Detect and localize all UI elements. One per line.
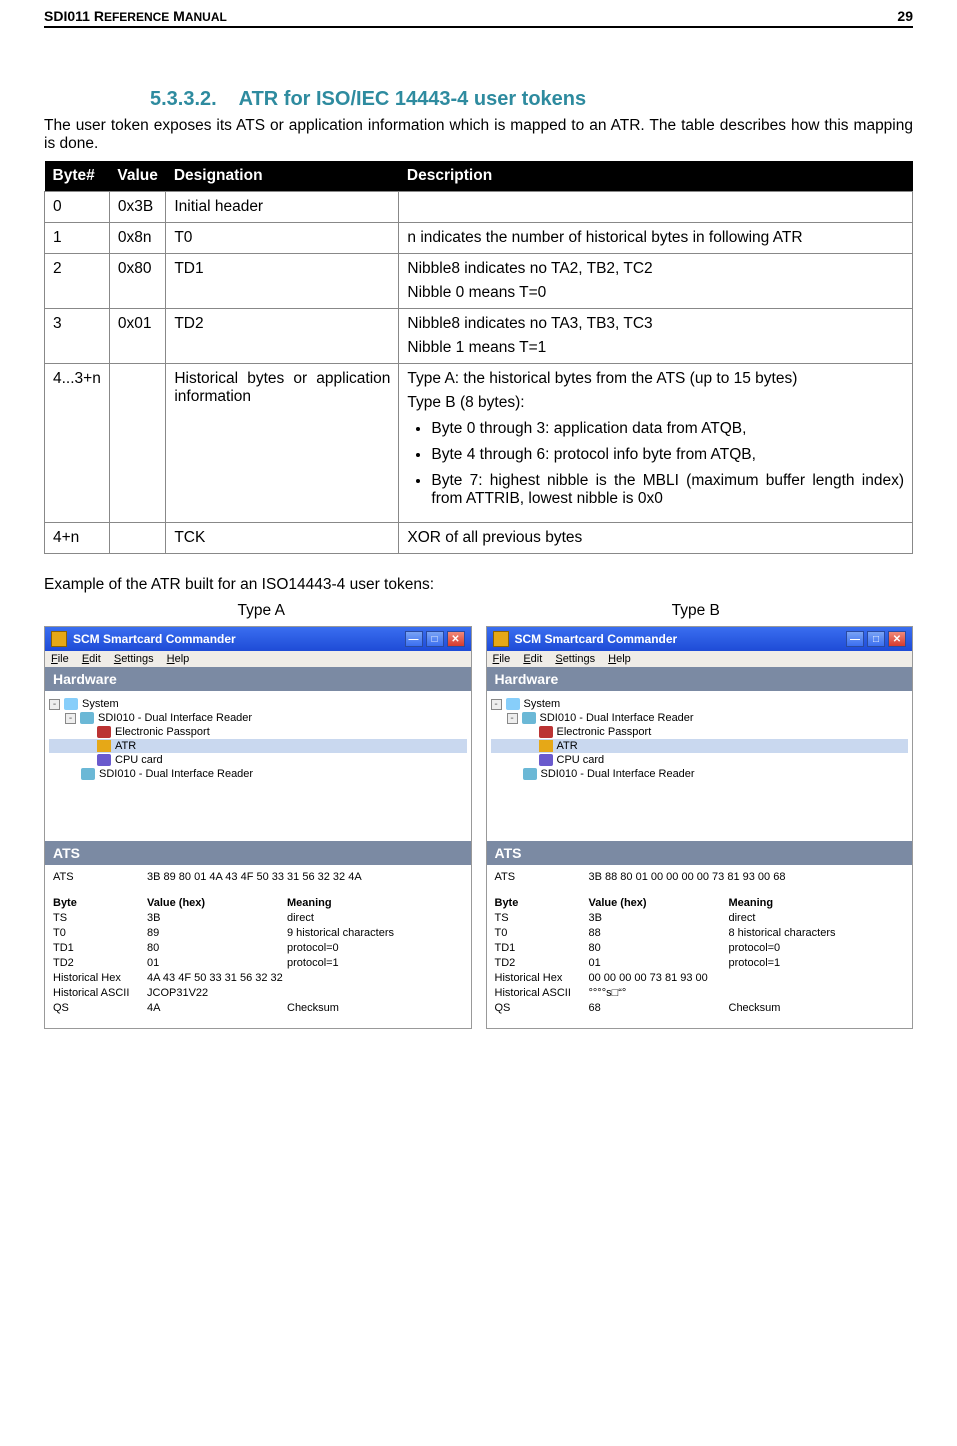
- cpu-icon: [539, 754, 553, 766]
- doc-title: SDI011 REFERENCE MANUAL: [44, 8, 227, 24]
- table-row: 3 0x01 TD2 Nibble8 indicates no TA3, TB3…: [45, 309, 913, 364]
- menubar[interactable]: File Edit Settings Help: [45, 651, 471, 667]
- type-a-label: Type A: [44, 602, 479, 620]
- reader-icon: [81, 768, 95, 780]
- titlebar[interactable]: SCM Smartcard Commander — □ ✕: [487, 627, 913, 651]
- reader-icon: [523, 768, 537, 780]
- menu-help[interactable]: Help: [167, 653, 190, 665]
- hardware-tree[interactable]: -System -SDI010 - Dual Interface Reader …: [487, 691, 913, 841]
- tree-reader2[interactable]: SDI010 - Dual Interface Reader: [49, 767, 467, 781]
- panel-hardware: Hardware: [487, 667, 913, 691]
- th-value: Value: [109, 161, 166, 192]
- th-designation: Designation: [166, 161, 399, 192]
- ats-grid: Byte Value (hex) Meaning TS3BdirectT0899…: [53, 897, 463, 1014]
- reader-icon: [522, 712, 536, 724]
- titlebar[interactable]: SCM Smartcard Commander — □ ✕: [45, 627, 471, 651]
- ats-label: ATS: [495, 871, 589, 883]
- screenshot-type-b: SCM Smartcard Commander — □ ✕ File Edit …: [486, 626, 914, 1029]
- th-description: Description: [399, 161, 913, 192]
- ats-label: ATS: [53, 871, 147, 883]
- tree-system[interactable]: -System: [49, 697, 467, 711]
- tree-reader1[interactable]: -SDI010 - Dual Interface Reader: [49, 711, 467, 725]
- table-row: 1 0x8n T0 n indicates the number of hist…: [45, 223, 913, 254]
- menu-file[interactable]: File: [493, 653, 511, 665]
- panel-hardware: Hardware: [45, 667, 471, 691]
- passport-icon: [97, 726, 111, 738]
- menu-help[interactable]: Help: [608, 653, 631, 665]
- passport-icon: [539, 726, 553, 738]
- atr-table: Byte# Value Designation Description 0 0x…: [44, 161, 913, 554]
- screenshot-type-a: SCM Smartcard Commander — □ ✕ File Edit …: [44, 626, 472, 1029]
- tree-system[interactable]: -System: [491, 697, 909, 711]
- close-button[interactable]: ✕: [888, 631, 906, 647]
- system-icon: [64, 698, 78, 710]
- ats-value: 3B 88 80 01 00 00 00 00 73 81 93 00 68: [589, 871, 905, 883]
- tree-atr[interactable]: ATR: [49, 739, 467, 753]
- section-number: 5.3.3.2.: [150, 88, 217, 110]
- page-header: SDI011 REFERENCE MANUAL 29: [44, 0, 913, 26]
- tree-passport[interactable]: Electronic Passport: [49, 725, 467, 739]
- minimize-button[interactable]: —: [846, 631, 864, 647]
- minimize-button[interactable]: —: [405, 631, 423, 647]
- menu-settings[interactable]: Settings: [114, 653, 154, 665]
- type-labels: Type A Type B: [44, 602, 913, 620]
- app-title: SCM Smartcard Commander: [515, 632, 678, 646]
- section-heading: 5.3.3.2. ATR for ISO/IEC 14443-4 user to…: [150, 88, 913, 111]
- app-icon: [51, 631, 67, 647]
- header-rule: [44, 26, 913, 28]
- table-row: 2 0x80 TD1 Nibble8 indicates no TA2, TB2…: [45, 254, 913, 309]
- table-row: 4...3+n Historical bytes or application …: [45, 364, 913, 523]
- tree-passport[interactable]: Electronic Passport: [491, 725, 909, 739]
- tree-reader2[interactable]: SDI010 - Dual Interface Reader: [491, 767, 909, 781]
- atr-icon: [539, 740, 553, 752]
- tree-atr[interactable]: ATR: [491, 739, 909, 753]
- reader-icon: [80, 712, 94, 724]
- th-byte: Byte#: [45, 161, 110, 192]
- page-number: 29: [897, 8, 913, 24]
- table-row: 0 0x3B Initial header: [45, 192, 913, 223]
- menu-file[interactable]: File: [51, 653, 69, 665]
- type-b-label: Type B: [479, 602, 914, 620]
- intro-paragraph: The user token exposes its ATS or applic…: [44, 117, 913, 153]
- menu-edit[interactable]: Edit: [82, 653, 101, 665]
- menu-settings[interactable]: Settings: [555, 653, 595, 665]
- example-note: Example of the ATR built for an ISO14443…: [44, 576, 913, 594]
- section-title: ATR for ISO/IEC 14443-4 user tokens: [239, 88, 587, 110]
- panel-ats: ATS: [487, 841, 913, 865]
- app-title: SCM Smartcard Commander: [73, 632, 236, 646]
- panel-ats: ATS: [45, 841, 471, 865]
- ats-value: 3B 89 80 01 4A 43 4F 50 33 31 56 32 32 4…: [147, 871, 463, 883]
- cpu-icon: [97, 754, 111, 766]
- hardware-tree[interactable]: -System -SDI010 - Dual Interface Reader …: [45, 691, 471, 841]
- maximize-button[interactable]: □: [867, 631, 885, 647]
- table-row: 4+n TCK XOR of all previous bytes: [45, 523, 913, 554]
- ats-grid: Byte Value (hex) Meaning TS3BdirectT0888…: [495, 897, 905, 1014]
- ats-body: ATS 3B 88 80 01 00 00 00 00 73 81 93 00 …: [487, 865, 913, 1028]
- tree-cpu[interactable]: CPU card: [49, 753, 467, 767]
- atr-icon: [97, 740, 111, 752]
- menubar[interactable]: File Edit Settings Help: [487, 651, 913, 667]
- maximize-button[interactable]: □: [426, 631, 444, 647]
- close-button[interactable]: ✕: [447, 631, 465, 647]
- ats-body: ATS 3B 89 80 01 4A 43 4F 50 33 31 56 32 …: [45, 865, 471, 1028]
- system-icon: [506, 698, 520, 710]
- menu-edit[interactable]: Edit: [523, 653, 542, 665]
- tree-reader1[interactable]: -SDI010 - Dual Interface Reader: [491, 711, 909, 725]
- app-icon: [493, 631, 509, 647]
- tree-cpu[interactable]: CPU card: [491, 753, 909, 767]
